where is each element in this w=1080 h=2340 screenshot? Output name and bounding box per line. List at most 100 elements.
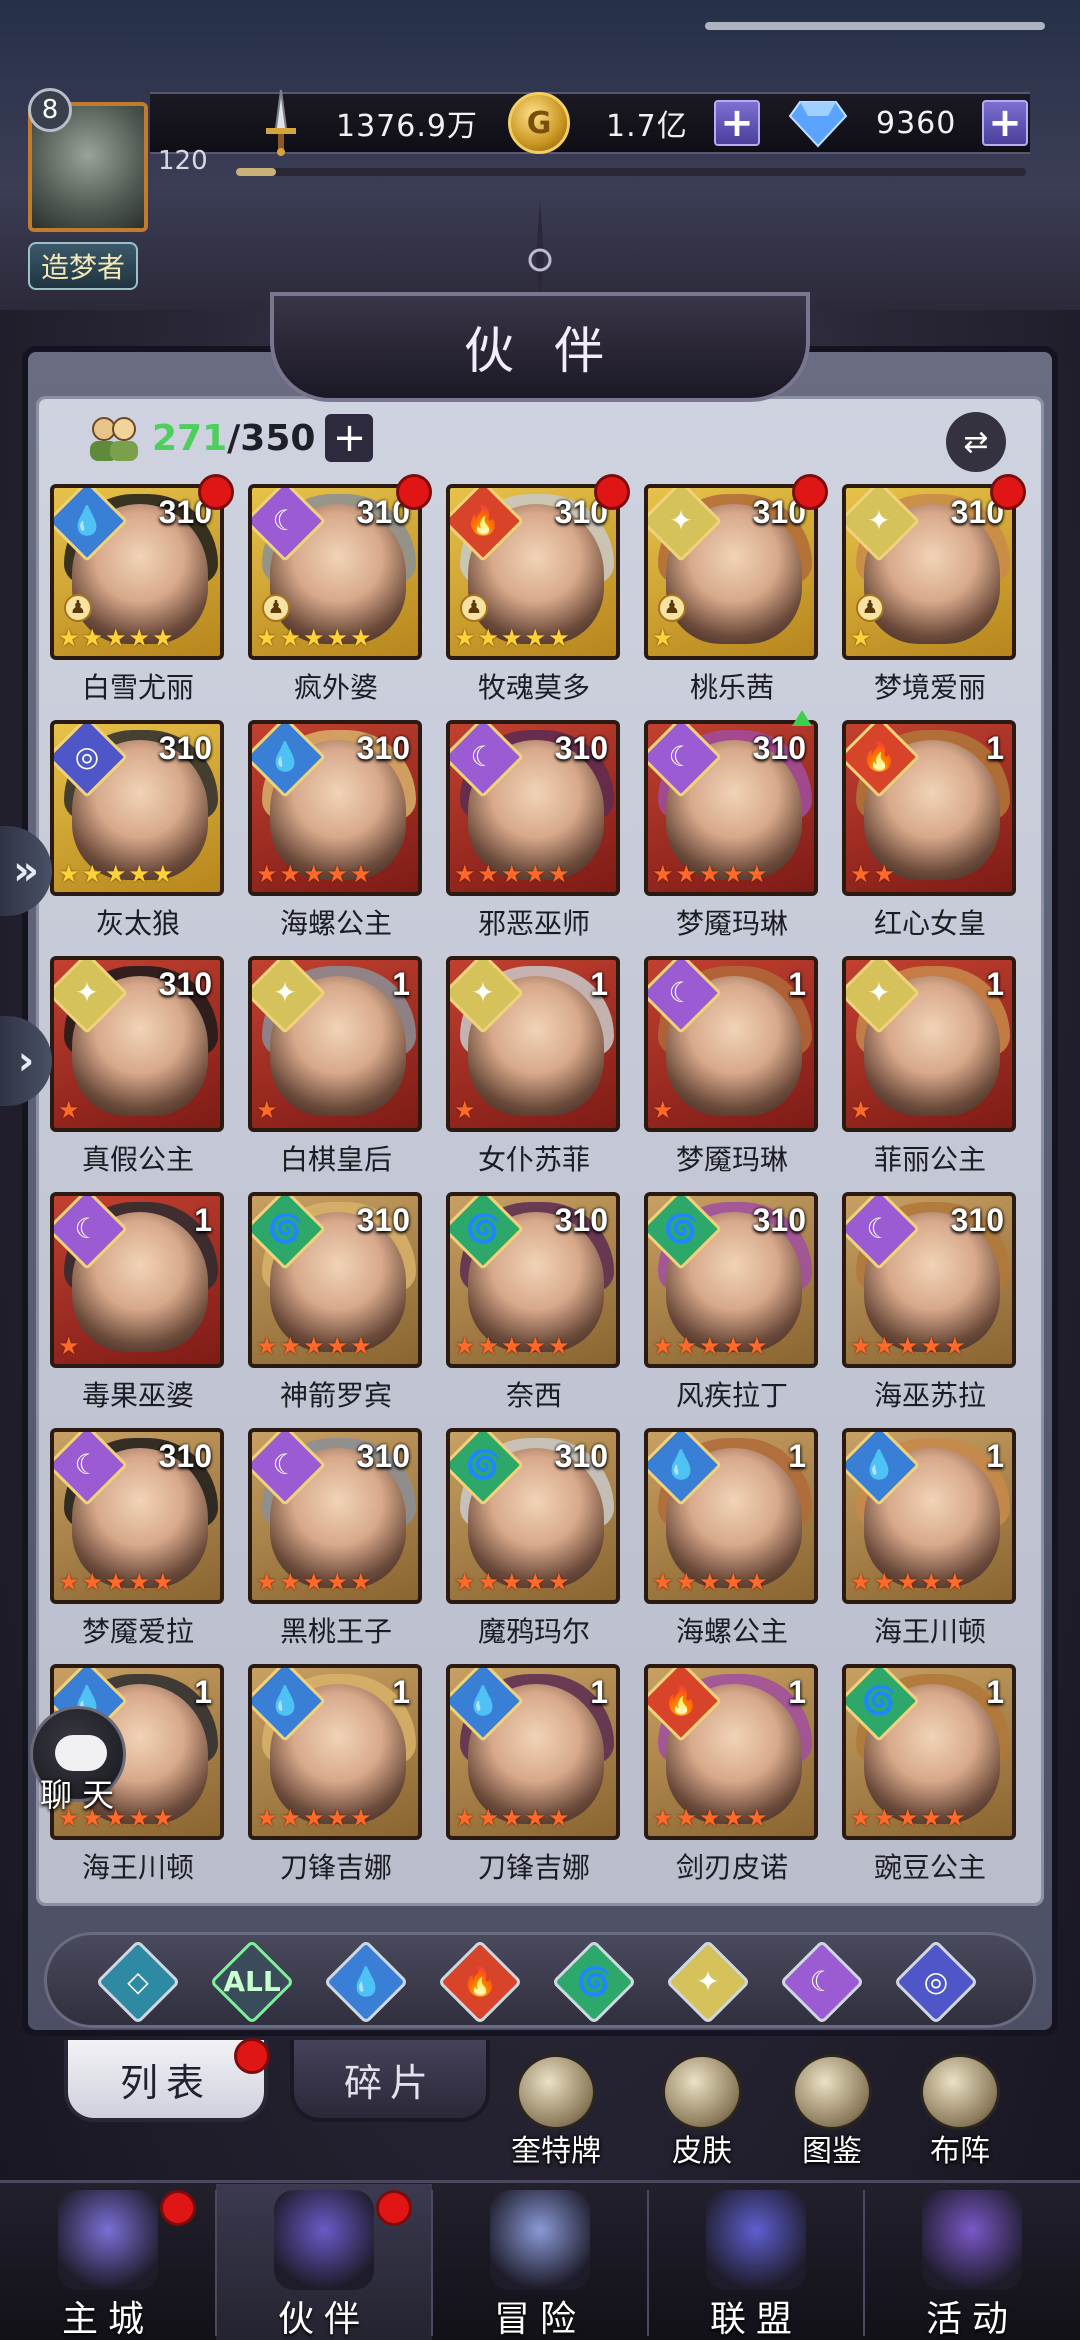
hero-card[interactable]: 🌀 310 ★ ★ ★ ★ ★ 魔鸦玛尔: [446, 1428, 622, 1658]
star-icon: ★: [454, 1332, 476, 1360]
hero-card[interactable]: ☾ 310 ★ ★ ★ ★ ★ 黑桃王子: [248, 1428, 424, 1658]
star-icon: ★: [722, 1332, 745, 1360]
hero-card[interactable]: ☾ 310 ♟ ★ ★ ★ ★ ★ 疯外婆: [248, 474, 432, 714]
nav-events-label: 活动: [925, 2299, 1018, 2340]
nav-events[interactable]: 活动: [864, 2184, 1080, 2340]
add-diamond-button[interactable]: +: [982, 100, 1028, 146]
hero-name: 疯外婆: [293, 671, 378, 704]
hero-level: 1: [590, 1674, 608, 1710]
hero-card[interactable]: ☾ 310 ★ ★ ★ ★ ★ 梦魇玛琳: [644, 710, 820, 950]
tab-fragments[interactable]: 碎片: [290, 2040, 490, 2122]
star-icon: ★: [722, 1804, 745, 1832]
hero-portrait-frame: ✦ 1 ★: [842, 956, 1016, 1132]
hero-card[interactable]: 💧 310 ♟ ★ ★ ★ ★ ★ 白雪尤丽: [50, 474, 234, 714]
hero-card[interactable]: 🔥 1 ★ ★ 红心女皇: [842, 720, 1018, 950]
notification-dot: [376, 2190, 412, 2226]
star-icon: ★: [105, 1568, 127, 1596]
hero-card[interactable]: ✦ 310 ♟ ★ 桃乐茜: [644, 474, 828, 714]
owned-count: 271: [152, 417, 228, 459]
filter-water[interactable]: 💧: [323, 1939, 409, 2025]
nav-alliance-label: 联盟: [709, 2299, 802, 2340]
hero-card[interactable]: ☾ 310 ★ ★ ★ ★ ★ 邪恶巫师: [446, 720, 622, 950]
star-icon: ★: [722, 860, 745, 888]
star-icon: ★: [652, 624, 674, 652]
star-rating: ★ ★ ★ ★ ★: [454, 860, 570, 888]
formation-button[interactable]: 布阵: [900, 2054, 1020, 2169]
water-faction-icon: 💧: [861, 1448, 897, 1481]
hero-level: 310: [158, 966, 212, 1002]
star-icon: ★: [454, 624, 476, 652]
hero-card[interactable]: 💧 1 ★ ★ ★ ★ ★ 刀锋吉娜: [248, 1664, 424, 1894]
hero-portrait-frame: ☾ 1 ★: [644, 956, 818, 1132]
star-rating: ★ ★ ★ ★ ★: [58, 624, 174, 652]
hero-card[interactable]: ☾ 310 ★ ★ ★ ★ ★ 海巫苏拉: [842, 1192, 1018, 1422]
star-icon: ★: [454, 1804, 476, 1832]
filter-light[interactable]: ✦: [665, 1939, 751, 2025]
hero-name: 梦魇玛琳: [675, 907, 788, 940]
filter-fire[interactable]: 🔥: [437, 1939, 523, 2025]
star-rating: ★: [652, 624, 674, 652]
light-faction-icon: ✦: [867, 976, 891, 1009]
chat-bubble-icon: [55, 1735, 107, 1771]
filter-wind[interactable]: 🌀: [551, 1939, 637, 2025]
hero-card[interactable]: 🔥 310 ♟ ★ ★ ★ ★ ★ 牧魂莫多: [446, 474, 630, 714]
hero-card[interactable]: 🌀 310 ★ ★ ★ ★ ★ 风疾拉丁: [644, 1192, 820, 1422]
hero-card[interactable]: 🌀 310 ★ ★ ★ ★ ★ 奈西: [446, 1192, 622, 1422]
hero-portrait-frame: 🌀 310 ★ ★ ★ ★ ★: [644, 1192, 818, 1368]
hero-card[interactable]: 🌀 1 ★ ★ ★ ★ ★ 豌豆公主: [842, 1664, 1018, 1894]
star-icon: ★: [81, 860, 104, 888]
star-icon: ★: [873, 1804, 896, 1832]
hero-card[interactable]: 💧 1 ★ ★ ★ ★ ★ 海螺公主: [644, 1428, 820, 1658]
skin-button[interactable]: 皮肤: [642, 2054, 762, 2169]
hero-card[interactable]: ✦ 1 ★ 白棋皇后: [248, 956, 424, 1186]
nav-castle[interactable]: 主城: [0, 2184, 216, 2340]
light-faction-icon: ✦: [867, 504, 891, 537]
hero-card[interactable]: ☾ 1 ★ 毒果巫婆: [50, 1192, 226, 1422]
star-icon: ★: [850, 1096, 872, 1124]
hero-card[interactable]: ☾ 1 ★ 梦魇玛琳: [644, 956, 820, 1186]
expand-capacity-button[interactable]: +: [325, 414, 374, 462]
star-icon: ★: [279, 1804, 302, 1832]
filter-void[interactable]: ◎: [893, 1939, 979, 2025]
filter-all[interactable]: ALL: [209, 1939, 295, 2025]
tarot-button[interactable]: 奎特牌: [496, 2054, 616, 2169]
star-icon: ★: [256, 1568, 278, 1596]
people-icon: [90, 417, 138, 461]
hero-name: 刀锋吉娜: [279, 1851, 392, 1884]
star-icon: ★: [652, 1332, 674, 1360]
nav-partners[interactable]: 伙伴: [216, 2184, 432, 2340]
hero-card[interactable]: ✦ 310 ★ 真假公主: [50, 956, 226, 1186]
capacity-count: /350: [227, 417, 316, 459]
notification-dot: [990, 474, 1026, 510]
filter-moon[interactable]: ☾: [779, 1939, 865, 2025]
hero-card[interactable]: ✦ 310 ♟ ★ 梦境爱丽: [842, 474, 1026, 714]
hero-card[interactable]: ✦ 1 ★ 女仆苏菲: [446, 956, 622, 1186]
player-avatar[interactable]: [6, 72, 156, 252]
star-icon: ★: [920, 1804, 943, 1832]
codex-button[interactable]: 图鉴: [772, 2054, 892, 2169]
hero-card[interactable]: 💧 1 ★ ★ ★ ★ ★ 海王川顿: [842, 1428, 1018, 1658]
add-gold-button[interactable]: +: [714, 100, 760, 146]
hero-portrait-frame: 💧 1 ★ ★ ★ ★ ★: [248, 1664, 422, 1840]
hero-card[interactable]: 💧 1 ★ ★ ★ ★ ★ 刀锋吉娜: [446, 1664, 622, 1894]
star-icon: ★: [746, 1332, 768, 1360]
hero-card[interactable]: ✦ 1 ★ 菲丽公主: [842, 956, 1018, 1186]
hero-card[interactable]: 🔥 1 ★ ★ ★ ★ ★ 剑刃皮诺: [644, 1664, 820, 1894]
hero-card[interactable]: ◎ 310 ★ ★ ★ ★ ★ 灰太狼: [50, 720, 226, 950]
hero-card[interactable]: 💧 310 ★ ★ ★ ★ ★ 海螺公主: [248, 720, 424, 950]
sort-toggle-button[interactable]: ⇄: [946, 412, 1006, 472]
xp-bar-fill: [236, 168, 276, 176]
hero-card[interactable]: 🌀 310 ★ ★ ★ ★ ★ 神箭罗宾: [248, 1192, 424, 1422]
void-faction-icon: ◎: [74, 740, 100, 773]
star-rating: ★ ★ ★ ★ ★: [652, 860, 768, 888]
moon-filter-label: ☾: [809, 1965, 835, 1998]
nav-adventure[interactable]: 冒险: [432, 2184, 648, 2340]
filter-all-factions[interactable]: ◇: [95, 1939, 181, 2025]
nav-alliance[interactable]: 联盟: [648, 2184, 864, 2340]
hero-card[interactable]: ☾ 310 ★ ★ ★ ★ ★ 梦魇爱拉: [50, 1428, 226, 1658]
all-factions-filter-label: ◇: [127, 1965, 149, 1998]
water-faction-icon: 💧: [267, 740, 303, 773]
hero-portrait-frame: ☾ 310 ♟ ★ ★ ★ ★ ★: [248, 484, 422, 660]
star-icon: ★: [58, 1568, 80, 1596]
star-icon: ★: [350, 1804, 372, 1832]
